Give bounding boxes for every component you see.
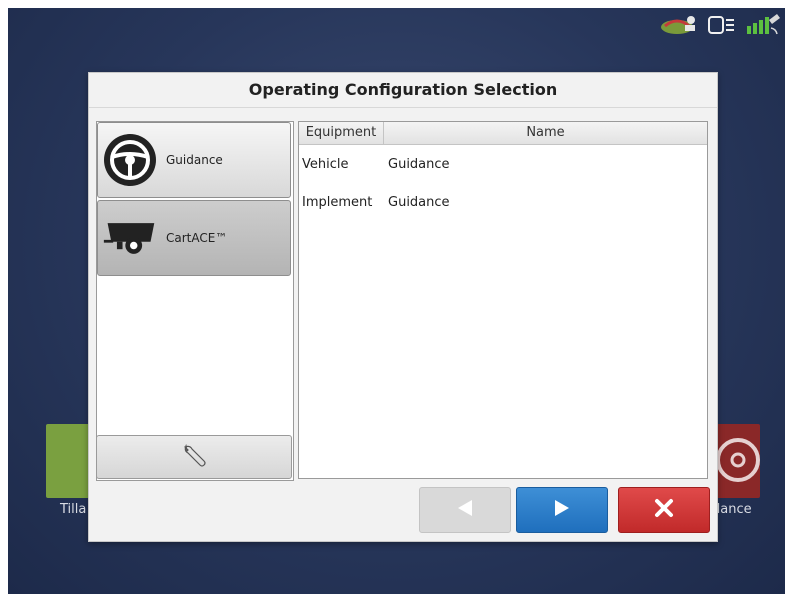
arrow-left-icon bbox=[454, 497, 476, 523]
gps-signal-icon[interactable] bbox=[745, 12, 781, 42]
wrench-icon bbox=[181, 442, 207, 472]
dialog-title: Operating Configuration Selection bbox=[248, 80, 558, 99]
cell-name: Guidance bbox=[388, 156, 450, 172]
configuration-cartace-button[interactable]: CartACE™ bbox=[97, 200, 291, 276]
status-bar bbox=[659, 12, 781, 42]
operating-configuration-dialog: Operating Configuration Selection Guidan… bbox=[88, 72, 718, 542]
close-icon bbox=[653, 497, 675, 523]
configuration-guidance-label: Guidance bbox=[166, 153, 223, 167]
configuration-cartace-label: CartACE™ bbox=[166, 231, 228, 245]
cell-equipment: Vehicle bbox=[302, 156, 349, 172]
table-row[interactable]: Vehicle Guidance bbox=[299, 145, 707, 183]
previous-button[interactable] bbox=[419, 487, 511, 533]
arrow-right-icon bbox=[551, 497, 573, 523]
column-header-equipment[interactable]: Equipment bbox=[299, 122, 384, 144]
display-unit-icon[interactable] bbox=[707, 14, 737, 40]
configuration-guidance-button[interactable]: Guidance bbox=[97, 122, 291, 198]
cancel-button[interactable] bbox=[618, 487, 710, 533]
table-header: Equipment Name bbox=[299, 122, 707, 145]
equipment-table: Equipment Name Vehicle Guidance Implemen… bbox=[298, 121, 708, 479]
title-divider bbox=[89, 107, 717, 108]
configuration-settings-button[interactable] bbox=[96, 435, 292, 479]
table-row[interactable]: Implement Guidance bbox=[299, 183, 707, 221]
steering-wheel-icon bbox=[102, 132, 158, 188]
field-map-icon[interactable] bbox=[659, 14, 699, 40]
next-button[interactable] bbox=[516, 487, 608, 533]
configuration-list: Guidance CartACE™ bbox=[96, 121, 294, 481]
cell-name: Guidance bbox=[388, 194, 450, 210]
tillage-app-label: Tilla bbox=[60, 502, 87, 517]
grain-cart-icon bbox=[102, 210, 158, 266]
cell-equipment: Implement bbox=[302, 194, 373, 210]
column-header-name[interactable]: Name bbox=[384, 122, 707, 144]
